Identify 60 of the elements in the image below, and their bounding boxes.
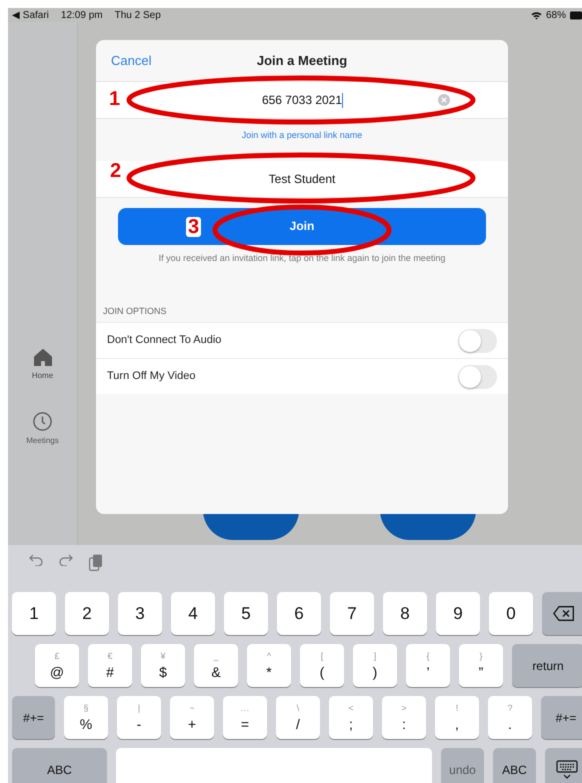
keyboard-key[interactable]: € # <box>88 644 132 687</box>
cancel-button[interactable]: Cancel <box>111 50 152 70</box>
keyboard-key[interactable]: 0 <box>489 592 533 635</box>
keyboard-key[interactable]: 5 <box>224 592 268 635</box>
keyboard-key[interactable]: return <box>512 644 582 687</box>
keyboard-key[interactable]: ? . <box>488 696 532 739</box>
back-link[interactable]: ◀ Safari <box>12 8 49 22</box>
keyboard-key[interactable]: 8 <box>383 592 427 635</box>
annotation-number: 3 <box>186 217 202 237</box>
sidebar-item[interactable]: Home <box>32 349 54 382</box>
keyboard-key[interactable]: § % <box>64 696 108 739</box>
keyboard-key[interactable]: 3 <box>118 592 162 635</box>
date-text: Thu 2 Sep <box>114 8 161 22</box>
keyboard-key[interactable]: \ / <box>276 696 320 739</box>
keyboard-key[interactable]: { ’ <box>406 644 450 687</box>
toggle-switch[interactable] <box>458 328 497 352</box>
keyboard-key[interactable]: 6 <box>277 592 321 635</box>
battery-text: 68% <box>546 8 566 22</box>
keyboard-key[interactable]: #+= <box>12 696 55 739</box>
keyboard-icon <box>556 760 578 780</box>
option-label: Turn Off My Video <box>107 369 196 384</box>
keyboard-key[interactable]: £ @ <box>35 644 79 687</box>
keyboard-key[interactable]: ¥ $ <box>141 644 185 687</box>
sidebar-item[interactable]: Meetings <box>26 412 59 447</box>
backspace-icon <box>553 606 575 621</box>
time-text: 12:09 pm <box>60 8 103 22</box>
keyboard-key[interactable]: ABC <box>493 748 536 783</box>
keyboard-key[interactable]: … = <box>223 696 267 739</box>
keyboard-key[interactable]: 9 <box>436 592 480 635</box>
redo-icon[interactable] <box>59 554 73 566</box>
personal-link[interactable]: Join with a personal link name <box>96 128 508 144</box>
delete-key[interactable] <box>542 592 582 635</box>
keyboard-key[interactable]: ] ) <box>353 644 397 687</box>
dialog-title: Join a Meeting <box>256 52 348 70</box>
hint-text: If you received an invitation link, tap on the link again to join the meeting <box>158 252 446 265</box>
battery-icon <box>570 10 582 20</box>
keyboard-key[interactable]: 7 <box>330 592 374 635</box>
section-header: JOIN OPTIONS <box>103 305 168 318</box>
clock-icon <box>33 412 52 431</box>
option-label: Don't Connect To Audio <box>107 333 222 348</box>
keyboard-key[interactable]: [ ( <box>300 644 344 687</box>
keyboard-key[interactable]: ^ * <box>247 644 291 687</box>
keyboard-key[interactable]: < ; <box>329 696 373 739</box>
keyboard-key[interactable]: 4 <box>171 592 215 635</box>
keyboard-key[interactable]: } ” <box>459 644 503 687</box>
clear-icon[interactable] <box>438 94 450 106</box>
keyboard-key[interactable]: ABC <box>12 748 107 783</box>
keyboard-key[interactable]: ! , <box>435 696 479 739</box>
undo-icon[interactable] <box>29 554 43 566</box>
home-icon <box>34 349 52 366</box>
keyboard-key[interactable]: _ & <box>194 644 238 687</box>
keyboard-key[interactable]: 2 <box>65 592 109 635</box>
keyboard-key[interactable]: 1 <box>12 592 56 635</box>
keyboard-key[interactable]: ~ + <box>170 696 214 739</box>
clipboard-icon[interactable] <box>89 554 103 571</box>
wifi-icon <box>530 10 542 20</box>
toggle-switch[interactable] <box>458 364 497 388</box>
keyboard-key[interactable]: | - <box>117 696 161 739</box>
keyboard-key[interactable]: #+= <box>541 696 582 739</box>
keyboard-key[interactable]: > : <box>382 696 426 739</box>
